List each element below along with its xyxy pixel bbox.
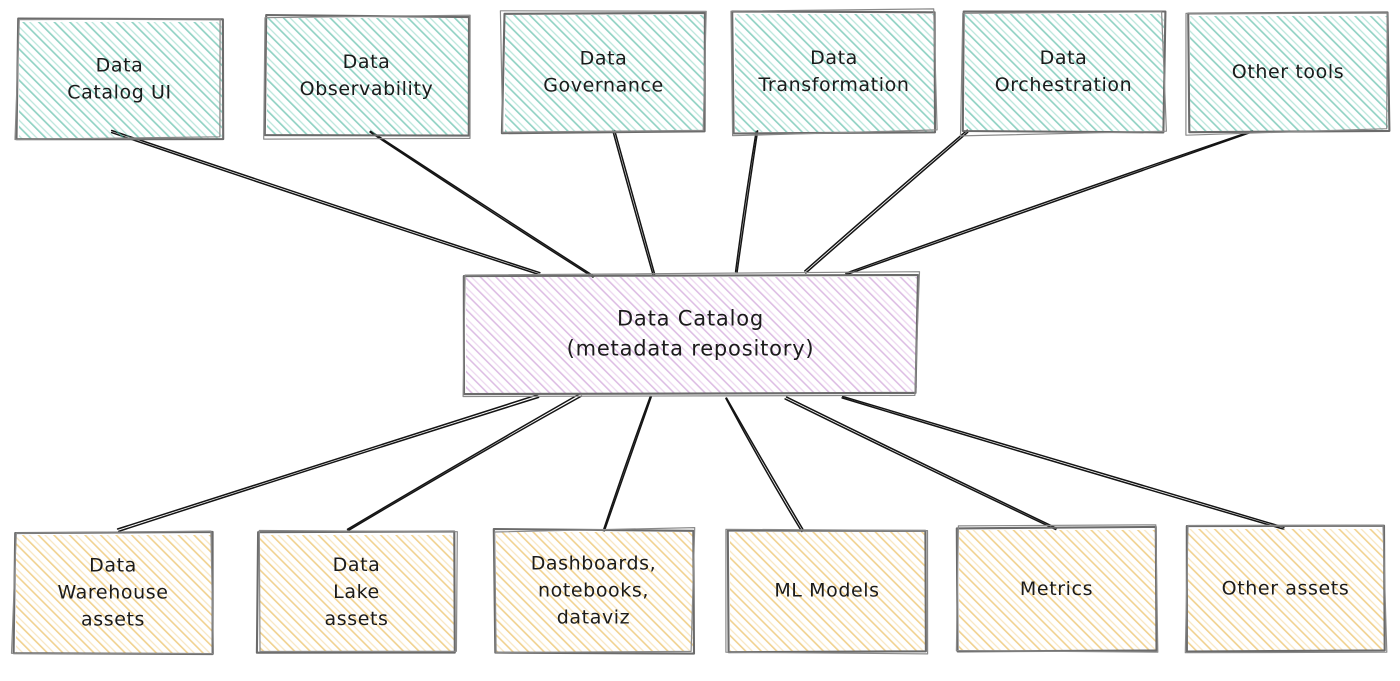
other-tools-label-line-1: Other tools — [1232, 61, 1344, 83]
data-governance-label-line-1: Data — [580, 48, 628, 70]
data-warehouse-assets-label-line-3: assets — [81, 609, 145, 631]
data-transformation-label-line-1: Data — [810, 47, 858, 69]
node-data-governance[interactable]: Data Governance — [499, 10, 707, 135]
data-governance-label-line-2: Governance — [543, 75, 664, 97]
ml-models-label-line-1: ML Models — [774, 580, 879, 602]
node-data-catalog[interactable]: Data Catalog (metadata repository) — [462, 271, 921, 398]
edge-data-catalog-to-data-warehouse-assets — [116, 393, 540, 533]
metrics-label-line-1: Metrics — [1020, 578, 1093, 600]
data-lake-assets-label-line-2: Lake — [333, 581, 380, 603]
data-observability-label-line-2: Observability — [300, 78, 434, 100]
dashboards-notebooks-label-line-3: dataviz — [557, 607, 631, 629]
edge-data-catalog-to-dashboards-notebooks — [602, 395, 653, 532]
node-data-observability[interactable]: Data Observability — [263, 13, 471, 140]
node-data-lake-assets[interactable]: Data Lake assets — [255, 529, 458, 654]
node-data-orchestration[interactable]: Data Orchestration — [959, 10, 1167, 137]
data-transformation-label-line-2: Transformation — [758, 74, 910, 96]
center-node-group: Data Catalog (metadata repository) — [462, 271, 921, 398]
node-other-assets[interactable]: Other assets — [1184, 524, 1388, 654]
tools-row: Data Catalog UI Data Observability Data Gover… — [14, 8, 1391, 141]
data-lake-assets-label-line-1: Data — [333, 554, 381, 576]
edge-other-tools-to-data-catalog — [845, 130, 1254, 276]
node-metrics[interactable]: Metrics — [955, 524, 1159, 653]
edge-data-governance-to-data-catalog — [612, 129, 656, 276]
node-data-catalog-ui[interactable]: Data Catalog UI — [14, 17, 225, 141]
node-ml-models[interactable]: ML Models — [725, 528, 929, 655]
edge-data-transformation-to-data-catalog — [734, 130, 759, 273]
assets-row: Data Warehouse assets Data Lake assets Dashboa… — [10, 524, 1388, 656]
node-data-transformation[interactable]: Data Transformation — [730, 8, 938, 137]
data-lake-assets-label-line-3: assets — [324, 608, 388, 630]
diagram-svg: Data Catalog UI Data Observability Data Gover… — [10, 8, 1391, 656]
edge-data-catalog-to-metrics — [784, 396, 1058, 531]
edge-data-orchestration-to-data-catalog — [804, 129, 969, 274]
data-observability-label-line-1: Data — [343, 51, 391, 73]
node-dashboards-notebooks[interactable]: Dashboards, notebooks, dataviz — [492, 527, 696, 655]
dashboards-notebooks-label-line-2: notebooks, — [538, 580, 649, 602]
data-catalog-label-line-1: Data Catalog — [617, 307, 764, 331]
data-warehouse-assets-label-line-2: Warehouse — [58, 582, 169, 604]
data-orchestration-label-line-1: Data — [1040, 47, 1088, 69]
data-orchestration-label-line-2: Orchestration — [995, 74, 1133, 96]
data-catalog-ui-label-line-1: Data — [96, 55, 144, 77]
data-catalog-ui-label-line-2: Catalog UI — [67, 82, 172, 104]
edge-data-catalog-to-other-assets — [841, 395, 1285, 530]
node-data-warehouse-assets[interactable]: Data Warehouse assets — [10, 530, 214, 656]
dashboards-notebooks-label-line-1: Dashboards, — [531, 553, 657, 575]
node-other-tools[interactable]: Other tools — [1185, 11, 1391, 136]
edge-data-catalog-to-ml-models — [725, 397, 805, 533]
edge-data-catalog-to-data-lake-assets — [346, 393, 583, 532]
data-catalog-label-line-2: (metadata repository) — [567, 337, 815, 361]
other-assets-label-line-1: Other assets — [1222, 578, 1350, 600]
diagram-canvas: Data Catalog UI Data Observability Data Gover… — [0, 0, 1400, 681]
data-warehouse-assets-label-line-1: Data — [89, 555, 137, 577]
